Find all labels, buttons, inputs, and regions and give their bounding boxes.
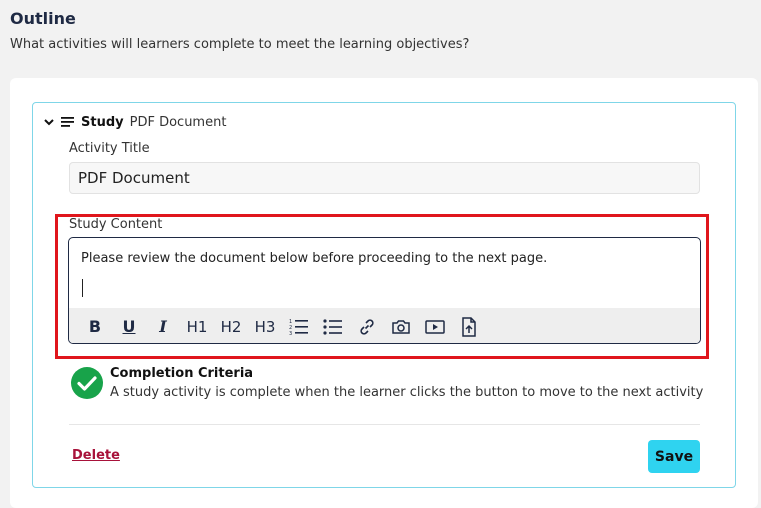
link-icon [360, 318, 374, 335]
outline-subtitle: What activities will learners complete t… [10, 37, 470, 52]
ordered-list-button[interactable]: 1 2 3 [285, 313, 313, 341]
editor-content[interactable]: Please review the document below before … [81, 251, 547, 266]
underline-button[interactable]: U [115, 313, 143, 341]
outline-title: Outline [10, 9, 76, 28]
text-caret [82, 279, 83, 297]
editor-toolbar: B U I H1 H2 H3 1 2 3 [69, 308, 700, 343]
study-content-label: Study Content [69, 217, 163, 232]
completion-criteria-description: A study activity is complete when the le… [110, 385, 704, 400]
bold-button[interactable]: B [81, 313, 109, 341]
link-button[interactable] [353, 313, 381, 341]
video-button[interactable] [421, 313, 449, 341]
delete-link[interactable]: Delete [72, 448, 120, 463]
bullet-list-icon [323, 318, 342, 335]
activity-header[interactable]: Study PDF Document [43, 112, 226, 132]
bullet-list-button[interactable] [319, 313, 347, 341]
study-content-editor[interactable]: Please review the document below before … [68, 237, 701, 344]
video-icon [425, 319, 445, 334]
text-lines-icon [61, 116, 75, 128]
camera-icon [392, 319, 410, 334]
image-button[interactable] [387, 313, 415, 341]
save-button[interactable]: Save [648, 440, 700, 473]
chevron-down-icon[interactable] [43, 116, 55, 128]
heading1-button[interactable]: H1 [183, 313, 211, 341]
activity-type: Study [81, 114, 124, 130]
svg-text:3: 3 [289, 331, 292, 336]
italic-button[interactable]: I [149, 313, 177, 341]
file-upload-icon [462, 316, 476, 337]
ordered-list-icon: 1 2 3 [289, 319, 308, 336]
file-upload-button[interactable] [455, 313, 483, 341]
divider [69, 424, 700, 425]
check-circle-icon [70, 366, 104, 400]
activity-title-input[interactable] [69, 162, 700, 194]
activity-title-label: Activity Title [69, 141, 150, 156]
activity-name: PDF Document [129, 114, 227, 130]
heading2-button[interactable]: H2 [217, 313, 245, 341]
heading3-button[interactable]: H3 [251, 313, 279, 341]
completion-criteria-title: Completion Criteria [110, 366, 254, 381]
